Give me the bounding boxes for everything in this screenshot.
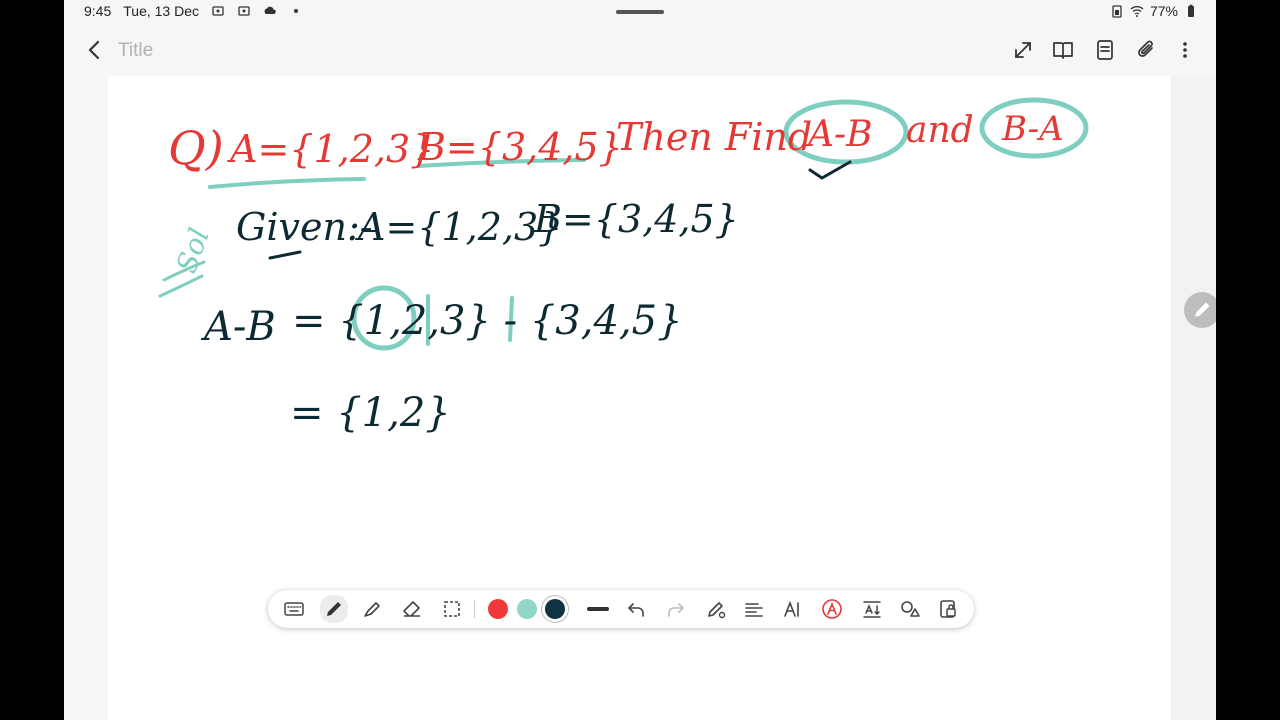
lock-icon: [940, 600, 956, 618]
stroke-width-button[interactable]: [586, 597, 610, 621]
highlighter-tool-button[interactable]: [360, 597, 384, 621]
text-tool-button[interactable]: [780, 597, 804, 621]
color-dark-swatch[interactable]: [545, 599, 565, 619]
handwriting-to-text-button[interactable]: [742, 597, 766, 621]
shapes-button[interactable]: [898, 597, 922, 621]
battery-percent: 77%: [1149, 3, 1178, 19]
text-size-icon: [863, 601, 881, 618]
selection-icon: [444, 601, 460, 617]
more-notifications-icon: [294, 9, 298, 13]
text-cursor-icon: [784, 600, 799, 617]
lock-button[interactable]: [936, 597, 960, 621]
pencil-icon: [1195, 302, 1210, 317]
pen-tool-button[interactable]: [320, 595, 348, 623]
note-title-field[interactable]: Title: [118, 40, 153, 62]
wifi-icon: [1130, 6, 1144, 17]
text-color-icon: [822, 599, 842, 619]
chevron-left-icon: [88, 40, 100, 60]
stroke-width-icon: [587, 607, 609, 611]
battery-saver-icon: [1112, 5, 1122, 18]
redo-icon: [668, 603, 684, 617]
book-icon: [1053, 42, 1073, 59]
status-date: Tue, 13 Dec: [123, 3, 199, 19]
pen-settings-icon: [708, 602, 726, 619]
battery-icon: [1188, 4, 1194, 17]
expand-icon: [1015, 42, 1031, 58]
eraser-tool-button[interactable]: [400, 597, 424, 621]
text-color-button[interactable]: [820, 597, 844, 621]
redo-button[interactable]: [664, 597, 688, 621]
keyboard-icon: [284, 602, 304, 616]
eraser-icon: [403, 601, 420, 617]
toolbar-divider: [474, 600, 475, 618]
attach-button[interactable]: [1134, 37, 1160, 63]
paperclip-icon: [1138, 40, 1153, 57]
keyboard-button[interactable]: [282, 597, 306, 621]
more-options-button[interactable]: [1172, 37, 1198, 63]
color-red-swatch[interactable]: [488, 599, 508, 619]
more-vertical-icon: [1183, 42, 1187, 58]
page-side-margin: [1171, 76, 1216, 720]
page-layout-button[interactable]: [1092, 37, 1118, 63]
undo-button[interactable]: [624, 597, 648, 621]
shapes-icon: [901, 601, 920, 617]
lasso-select-button[interactable]: [440, 597, 464, 621]
drag-handle[interactable]: [616, 10, 664, 14]
text-align-icon: [745, 603, 763, 617]
screen-record-icon: [238, 6, 250, 16]
status-time: 9:45: [84, 3, 112, 19]
pen-icon: [327, 602, 341, 616]
pen-mode-button[interactable]: [1184, 292, 1216, 328]
highlighter-icon: [364, 602, 380, 617]
back-button[interactable]: [82, 36, 108, 64]
cloud-icon: [264, 6, 276, 14]
document-icon: [1097, 40, 1113, 60]
undo-icon: [628, 603, 644, 617]
app-bar: Title: [64, 24, 1216, 76]
pen-settings-button[interactable]: [704, 597, 728, 621]
text-size-button[interactable]: [860, 597, 884, 621]
color-teal-swatch[interactable]: [517, 599, 537, 619]
screenshot-icon: [212, 6, 224, 16]
note-screen: 9:45 Tue, 13 Dec 77% Title Q) A={1,2,3} …: [64, 0, 1216, 720]
read-mode-button[interactable]: [1050, 37, 1076, 63]
drawing-toolbar: [268, 590, 974, 628]
expand-button[interactable]: [1010, 37, 1036, 63]
